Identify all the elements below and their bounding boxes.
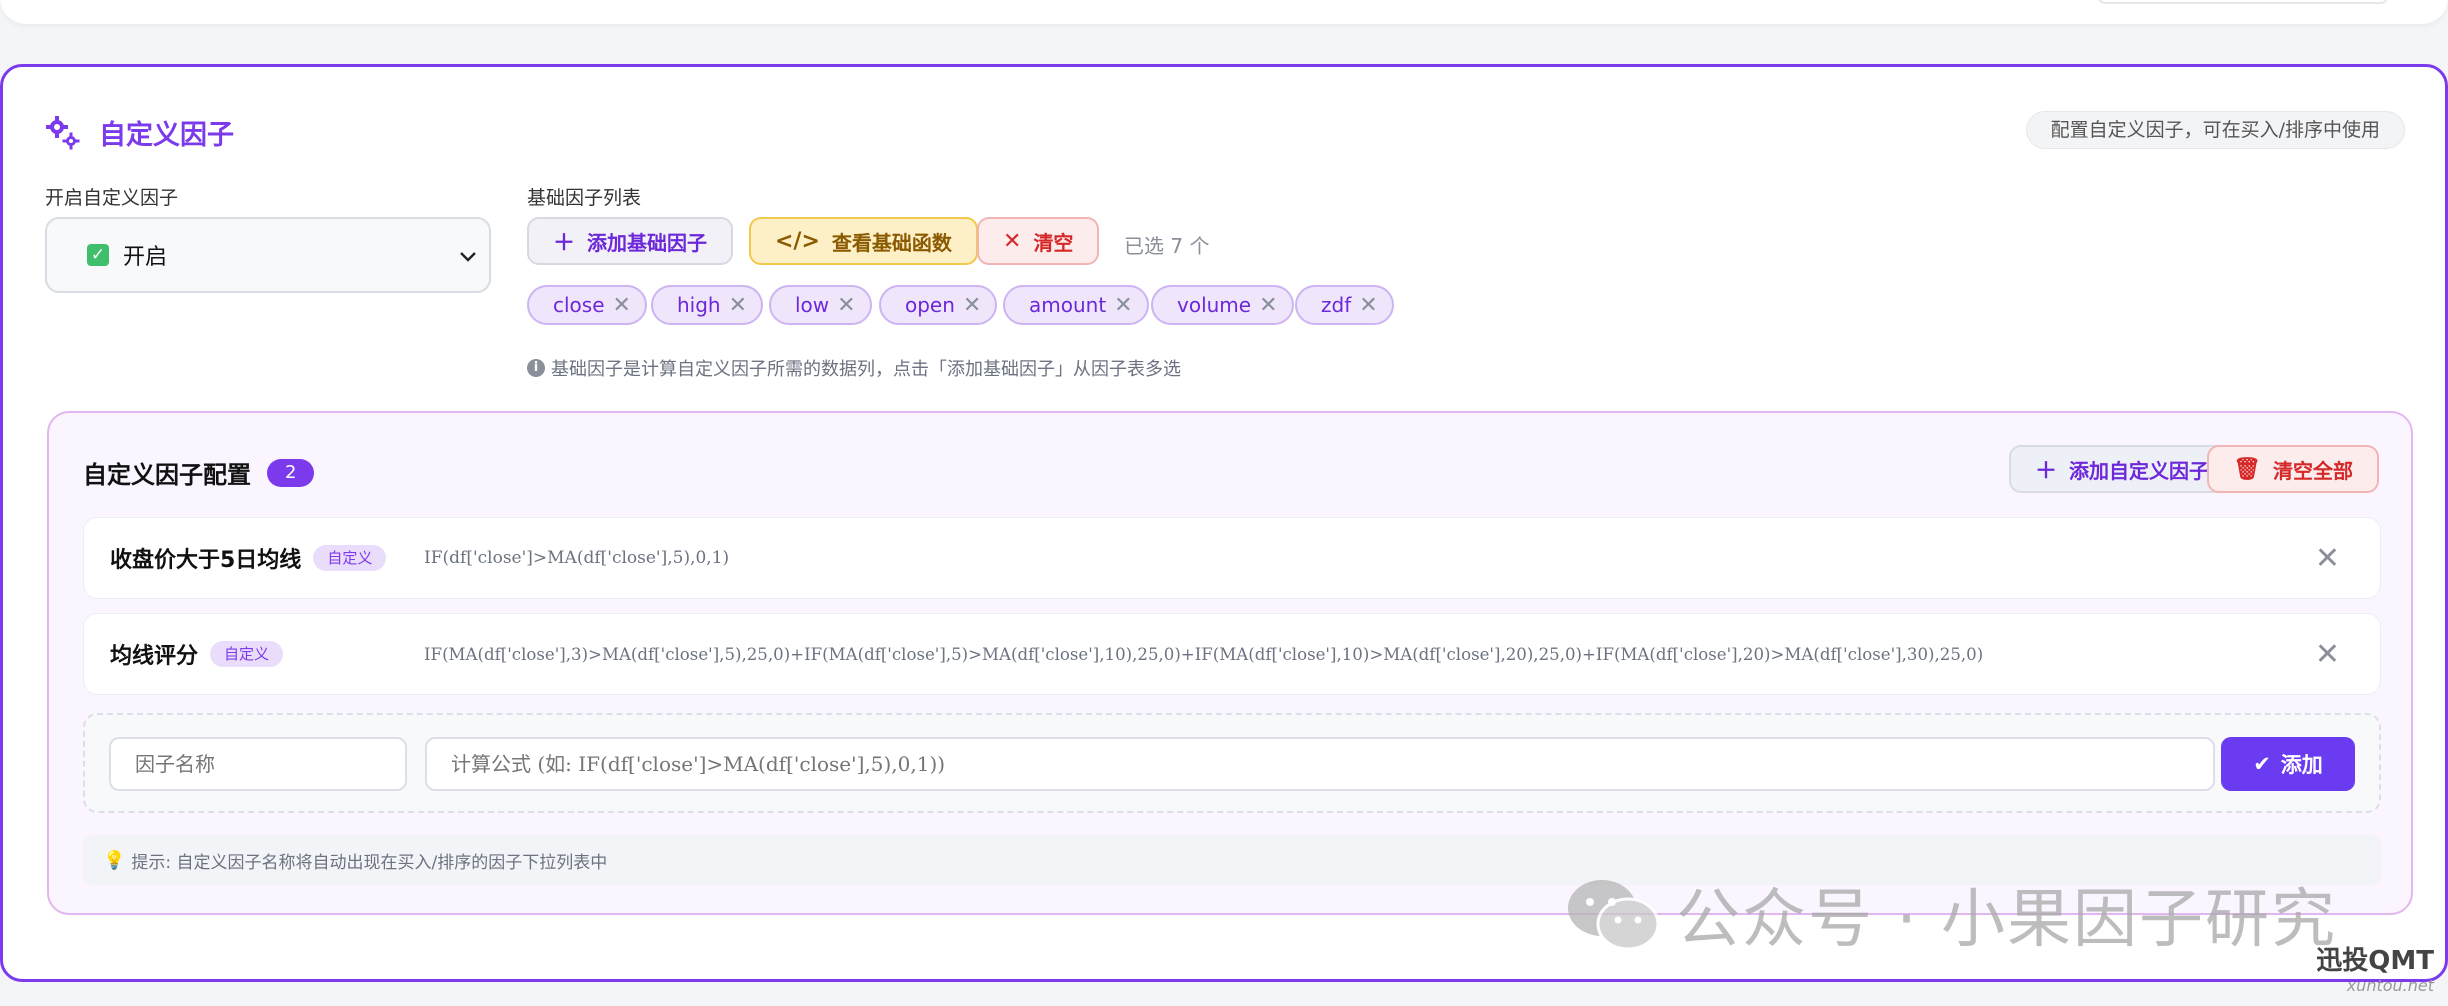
plus-icon: ＋: [2034, 459, 2057, 484]
add-custom-factor-label: 添加自定义因子: [2069, 458, 2209, 483]
add-base-factor-button[interactable]: ＋ 添加基础因子: [527, 217, 734, 265]
lightbulb-icon: 💡: [103, 849, 126, 871]
tag-label: high: [677, 293, 721, 317]
add-base-factor-label: 添加基础因子: [587, 230, 708, 255]
previous-card-pill: [2098, 0, 2388, 4]
tag-label: volume: [1177, 293, 1252, 317]
base-tag[interactable]: zdf ✕: [1295, 285, 1394, 325]
tag-label: open: [905, 293, 955, 317]
base-tag[interactable]: high ✕: [651, 285, 764, 325]
tip-text: 提示: 自定义因子名称将自动出现在买入/排序的因子下拉列表中: [131, 852, 608, 873]
clear-all-label: 清空全部: [2273, 458, 2353, 483]
close-icon: ✕: [1003, 228, 1022, 254]
enable-select[interactable]: ✓ 开启: [45, 217, 491, 293]
remove-icon[interactable]: ✕: [1359, 293, 1377, 318]
remove-icon[interactable]: ✕: [729, 293, 747, 318]
base-tag[interactable]: amount ✕: [1003, 285, 1149, 325]
factor-row: 收盘价大于5日均线 自定义 IF(df['close']>MA(df['clos…: [83, 517, 2381, 599]
base-tag[interactable]: open ✕: [879, 285, 998, 325]
remove-icon[interactable]: ✕: [837, 293, 855, 318]
section-header: 自定义因子: [45, 113, 234, 152]
factor-row: 均线评分 自定义 IF(MA(df['close'],3)>MA(df['clo…: [83, 613, 2381, 695]
view-base-functions-label: 查看基础函数: [831, 230, 952, 255]
base-factor-label: 基础因子列表: [527, 187, 642, 209]
base-info: i 基础因子是计算自定义因子所需的数据列，点击「添加基础因子」从因子表多选: [527, 355, 1181, 381]
code-icon: </>: [775, 228, 820, 254]
selected-count: 已选 7 个: [1124, 234, 1210, 258]
factor-badge: 自定义: [313, 545, 387, 571]
trash-icon: 🗑: [2233, 456, 2261, 482]
section-hint: 配置自定义因子，可在买入/排序中使用: [2025, 111, 2405, 149]
brand-url: xuntou.net: [2346, 976, 2434, 995]
enable-label: 开启自定义因子: [45, 187, 179, 209]
factor-formula: IF(MA(df['close'],3)>MA(df['close'],5),2…: [424, 644, 1984, 664]
factor-formula: IF(df['close']>MA(df['close'],5),0,1): [424, 548, 730, 568]
factor-name-input[interactable]: [109, 737, 407, 791]
base-info-text: 基础因子是计算自定义因子所需的数据列，点击「添加基础因子」从因子表多选: [551, 359, 1181, 380]
enable-select-value: 开启: [123, 245, 168, 270]
clear-all-button[interactable]: 🗑 清空全部: [2207, 445, 2379, 493]
remove-icon[interactable]: ✕: [1114, 293, 1132, 318]
factor-name: 均线评分: [110, 644, 199, 669]
add-button-label: 添加: [2280, 753, 2323, 777]
custom-factor-card: 自定义因子 配置自定义因子，可在买入/排序中使用 开启自定义因子 ✓ 开启 基础…: [0, 64, 2448, 982]
clear-base-button[interactable]: ✕ 清空: [977, 217, 1100, 265]
gears-icon: [46, 115, 80, 149]
close-icon[interactable]: ✕: [2315, 541, 2340, 576]
remove-icon[interactable]: ✕: [613, 293, 631, 318]
base-tag[interactable]: low ✕: [769, 285, 872, 325]
factor-badge: 自定义: [210, 641, 284, 667]
wechat-icon: [1568, 880, 1660, 951]
remove-icon[interactable]: ✕: [963, 293, 981, 318]
factor-name: 收盘价大于5日均线: [110, 548, 302, 573]
base-tag[interactable]: volume ✕: [1151, 285, 1294, 325]
custom-config-panel: 自定义因子配置 2 ＋ 添加自定义因子 🗑 清空全部 收盘价大于5日均线 自定义…: [47, 411, 2413, 915]
previous-card: [0, 0, 2448, 24]
tag-label: low: [795, 293, 830, 317]
custom-config-title-wrap: 自定义因子配置 2: [83, 455, 315, 490]
count-badge: 2: [267, 458, 315, 487]
tag-label: amount: [1029, 293, 1107, 317]
add-button[interactable]: ✔ 添加: [2221, 737, 2355, 791]
close-icon[interactable]: ✕: [2315, 637, 2340, 672]
chevron-down-icon: [460, 252, 476, 262]
tag-label: close: [553, 293, 605, 317]
add-factor-row: ✔ 添加: [83, 713, 2381, 813]
watermark-text: 公众号 · 小果因子研究: [1676, 883, 2338, 957]
check-icon: ✓: [87, 244, 109, 266]
info-icon: i: [527, 359, 545, 377]
tag-label: zdf: [1321, 293, 1352, 317]
add-custom-factor-button[interactable]: ＋ 添加自定义因子: [2008, 445, 2235, 493]
remove-icon[interactable]: ✕: [1259, 293, 1277, 318]
base-tag[interactable]: close ✕: [527, 285, 647, 325]
factor-formula-input[interactable]: [425, 737, 2215, 791]
plus-icon: ＋: [553, 231, 576, 256]
brand-mark: 迅投QMT: [2316, 946, 2434, 976]
view-base-functions-button[interactable]: </> 查看基础函数: [749, 217, 978, 265]
watermark: 公众号 · 小果因子研究: [1566, 868, 2337, 960]
section-title: 自定义因子: [99, 120, 234, 151]
clear-base-label: 清空: [1033, 230, 1074, 255]
custom-config-title: 自定义因子配置: [83, 461, 251, 489]
check-icon: ✔: [2253, 752, 2271, 776]
